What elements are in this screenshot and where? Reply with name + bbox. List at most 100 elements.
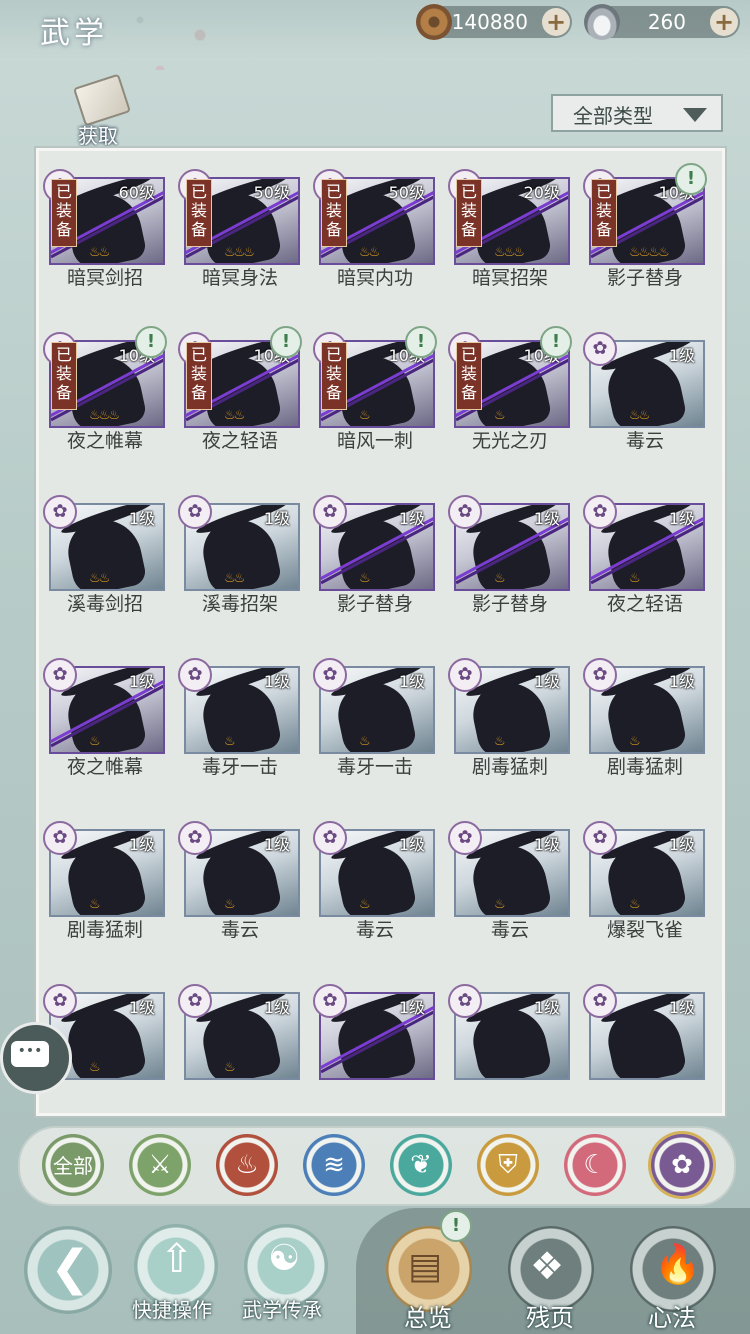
skill-name: 暗冥内功	[336, 267, 413, 289]
skill-card[interactable]: ✿ 1级 ♨ 爆裂飞雀	[583, 803, 705, 941]
quick-ops-label: 快捷操作	[132, 1298, 212, 1322]
skill-card[interactable]: ✿20级已装备♨♨♨暗冥招架	[448, 151, 570, 289]
star-rating: ♨♨	[359, 245, 380, 260]
skill-card[interactable]: ✿ 1级 ♨ 夜之帷幕	[43, 640, 165, 778]
skill-card[interactable]: ✿50级已装备♨♨暗冥内功	[313, 151, 435, 289]
skill-card[interactable]: ✿ 1级 ♨ 夜之轻语	[583, 477, 705, 615]
star-rating: ♨	[629, 571, 641, 586]
rose-icon: ✿	[313, 495, 347, 529]
skill-level: 1级	[263, 509, 290, 528]
skill-name: 剧毒猛刺	[606, 756, 683, 778]
skill-card[interactable]: ✿ 1级 ♨ 剧毒猛刺	[448, 640, 570, 778]
skill-card[interactable]: ✿60级已装备♨♨暗冥剑招	[43, 151, 165, 289]
all-icon: 全部	[53, 1154, 93, 1178]
star-rating: ♨	[629, 897, 641, 912]
skill-level: 1级	[398, 672, 425, 691]
skill-card[interactable]: ✿10级已装备♨♨!夜之轻语	[178, 314, 302, 452]
skill-level: 1级	[533, 835, 560, 854]
skill-name: 毒云	[355, 919, 394, 941]
category-butterfly[interactable]: ❦	[390, 1134, 452, 1196]
rose-icon: ✿	[313, 984, 347, 1018]
rose-icon: ✿	[583, 658, 617, 692]
skill-level: 1级	[263, 672, 290, 691]
type-filter-label: 全部类型	[573, 104, 653, 128]
skill-card[interactable]: ✿ 1级 ♨ 剧毒猛刺	[43, 803, 165, 941]
tab-overview-label: 总览	[404, 1304, 452, 1332]
star-rating: ♨♨♨	[89, 408, 120, 423]
skill-name: 无光之刃	[471, 430, 548, 452]
skill-card[interactable]: ✿ 1级	[313, 966, 435, 1098]
category-fire[interactable]: ♨	[216, 1134, 278, 1196]
tab-fragments-label: 残页	[526, 1304, 574, 1332]
skill-name: 剧毒猛刺	[471, 756, 548, 778]
skill-card[interactable]: ✿ 1级 ♨ 毒牙一击	[313, 640, 435, 778]
skill-card[interactable]: ✿ 1级 ♨ 毒云	[178, 803, 300, 941]
skill-inherit-label: 武学传承	[242, 1298, 322, 1322]
page-title: 武学	[40, 16, 108, 51]
upgrade-alert-badge: !	[675, 163, 707, 195]
category-shield[interactable]: ⛨	[477, 1134, 539, 1196]
skill-name: 毒云	[625, 430, 664, 452]
category-rose[interactable]: ✿	[651, 1134, 713, 1196]
skill-card[interactable]: ✿10级已装备♨♨♨♨!影子替身	[583, 151, 707, 289]
skill-card[interactable]: ✿ 1级 ♨ 毒牙一击	[178, 640, 300, 778]
rose-icon: ✿	[448, 821, 482, 855]
star-rating: ♨♨♨	[494, 245, 525, 260]
equipped-badge: 已装备	[456, 179, 482, 247]
silver-ingot-icon	[584, 4, 620, 40]
skill-card[interactable]: ✿10级已装备♨♨♨!夜之帷幕	[43, 314, 167, 452]
wave-icon: ≋	[323, 1150, 345, 1180]
book-icon: ▤	[408, 1246, 443, 1287]
skill-name: 剧毒猛刺	[66, 919, 143, 941]
type-filter-dropdown[interactable]: 全部类型	[551, 94, 723, 132]
skill-card[interactable]: ✿ 1级 ♨♨ 溪毒招架	[178, 477, 300, 615]
rose-icon: ✿	[583, 821, 617, 855]
skill-level: 1级	[533, 509, 560, 528]
star-rating: ♨♨♨♨	[629, 245, 670, 260]
skill-card[interactable]: ✿ 1级	[583, 966, 705, 1098]
upgrade-alert-badge: !	[135, 326, 167, 358]
category-all[interactable]: 全部	[42, 1134, 104, 1196]
skill-card[interactable]: ✿50级已装备♨♨♨暗冥身法	[178, 151, 300, 289]
skill-card[interactable]: ✿10级已装备♨!无光之刃	[448, 314, 572, 452]
category-sword[interactable]: ⚔	[129, 1134, 191, 1196]
skill-grid-panel[interactable]: ✿60级已装备♨♨暗冥剑招✿50级已装备♨♨♨暗冥身法✿50级已装备♨♨暗冥内功…	[36, 148, 725, 1116]
star-rating: ♨	[359, 897, 371, 912]
star-rating: ♨	[89, 1060, 101, 1075]
add-silver-button[interactable]: +	[710, 8, 738, 36]
back-button[interactable]: ❮	[24, 1226, 112, 1314]
skill-card[interactable]: ✿ 1级 ♨ 影子替身	[448, 477, 570, 615]
silver-counter: 260 +	[584, 4, 740, 40]
star-rating: ♨	[494, 734, 506, 749]
skill-level: 1级	[398, 998, 425, 1017]
chat-button[interactable]: •••	[0, 1022, 72, 1094]
category-wave[interactable]: ≋	[303, 1134, 365, 1196]
get-skills-button[interactable]: 获取	[70, 73, 132, 148]
skill-card[interactable]: ✿ 1级 ♨ 影子替身	[313, 477, 435, 615]
skill-name: 影子替身	[336, 593, 413, 615]
star-rating: ♨	[224, 897, 236, 912]
star-rating: ♨♨	[629, 408, 650, 423]
star-rating: ♨	[89, 897, 101, 912]
category-moon[interactable]: ☾	[564, 1134, 626, 1196]
meditation-icon: ☯	[268, 1238, 301, 1279]
skill-card[interactable]: ✿10级已装备♨!暗风一刺	[313, 314, 437, 452]
skill-card[interactable]: ✿ 1级 ♨ 毒云	[313, 803, 435, 941]
rose-icon: ✿	[43, 658, 77, 692]
skill-card[interactable]: ✿ 1级 ♨ 剧毒猛刺	[583, 640, 705, 778]
skill-card[interactable]: ✿ 1级	[448, 966, 570, 1098]
coin-icon	[416, 4, 452, 40]
add-coin-button[interactable]: +	[542, 8, 570, 36]
skill-card[interactable]: ✿ 1级 ♨	[178, 966, 300, 1098]
skill-card[interactable]: ✿ 1级 ♨♨ 毒云	[583, 314, 705, 452]
skill-card[interactable]: ✿ 1级 ♨♨ 溪毒剑招	[43, 477, 165, 615]
skill-level: 1级	[533, 672, 560, 691]
rose-icon: ✿	[43, 984, 77, 1018]
skill-name: 溪毒招架	[201, 593, 278, 615]
star-rating: ♨	[359, 571, 371, 586]
upgrade-alert-badge: !	[540, 326, 572, 358]
skill-card[interactable]: ✿ 1级 ♨ 毒云	[448, 803, 570, 941]
skill-name: 毒牙一击	[201, 756, 278, 778]
skill-name: 夜之帷幕	[66, 430, 143, 452]
skill-level: 1级	[263, 998, 290, 1017]
